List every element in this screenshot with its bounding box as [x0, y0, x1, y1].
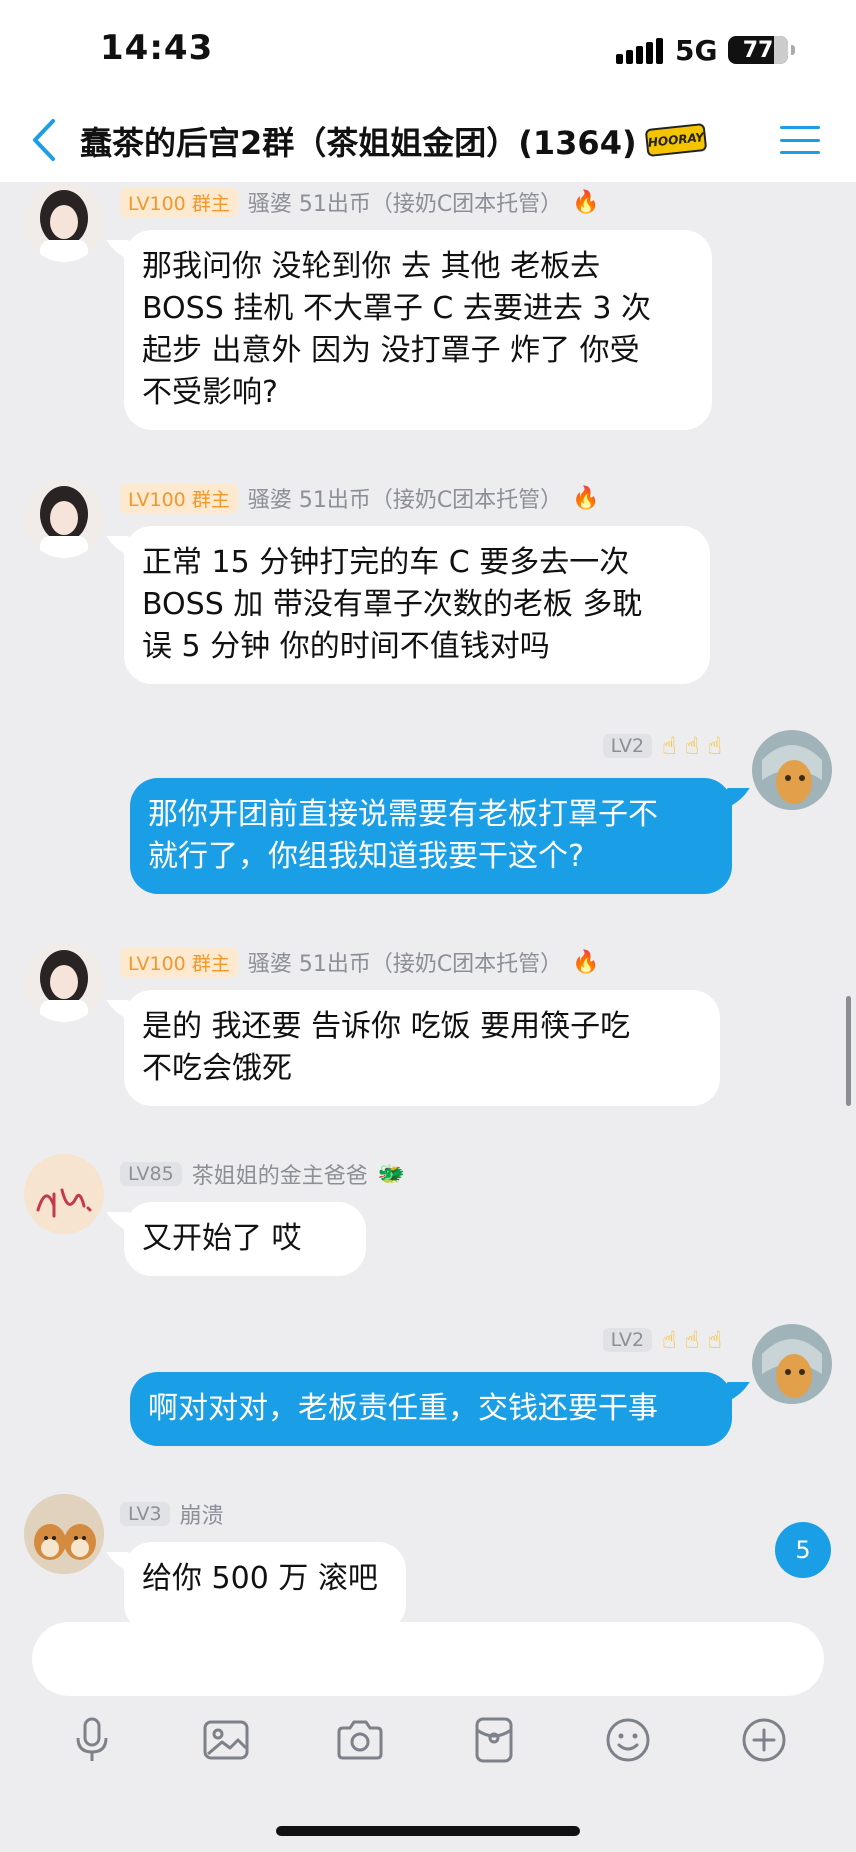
- message-input[interactable]: [32, 1622, 824, 1696]
- message-line: 又开始了 哎: [142, 1221, 302, 1256]
- dragon-icon: 🐲: [377, 1161, 406, 1187]
- sender-meta: LV100 群主 骚婆 51出币（接奶C团本托管） 🔥: [120, 186, 600, 218]
- message-bubble[interactable]: 又开始了 哎: [124, 1202, 366, 1276]
- message-line: 那我问你 没轮到你 去 其他 老板去: [142, 249, 601, 284]
- sender-meta: LV3 崩溃: [120, 1498, 224, 1530]
- sender-meta: LV100 群主 骚婆 51出币（接奶C团本托管） 🔥: [120, 946, 600, 978]
- level-badge: LV100 群主: [120, 483, 238, 513]
- red-packet-button[interactable]: [464, 1710, 524, 1770]
- avatar[interactable]: [752, 1324, 832, 1404]
- signal-icon: [616, 36, 663, 64]
- message-line: 误 5 分钟 你的时间不值钱对吗: [142, 629, 550, 664]
- more-button[interactable]: [734, 1710, 794, 1770]
- hooray-badge: HOORAY: [644, 122, 708, 158]
- pointing-hands-icon: ☝☝☝: [662, 1326, 730, 1354]
- microphone-icon: [76, 1717, 108, 1761]
- back-button[interactable]: [24, 114, 64, 166]
- message-line: 不吃会饿死: [142, 1051, 292, 1086]
- level-badge: LV100 群主: [120, 947, 238, 977]
- camera-button[interactable]: [330, 1710, 390, 1770]
- unread-count-badge[interactable]: 5: [775, 1522, 831, 1578]
- flame-icon: 🔥: [572, 949, 600, 975]
- emoji-button[interactable]: [598, 1710, 658, 1770]
- emoji-icon: [606, 1718, 650, 1762]
- flame-icon: 🔥: [572, 189, 600, 215]
- avatar-girl-image: [24, 942, 104, 1022]
- sender-name: 崩溃: [179, 1504, 224, 1529]
- message-line: BOSS 加 带没有罩子次数的老板 多耽: [142, 587, 643, 622]
- message-bubble[interactable]: 那我问你 没轮到你 去 其他 老板去 BOSS 挂机 不大罩子 C 去要进去 3…: [124, 230, 712, 430]
- flame-icon: 🔥: [572, 485, 600, 511]
- level-badge: LV100 群主: [120, 187, 238, 217]
- message-line: 不受影响?: [142, 375, 278, 410]
- level-badge: LV2: [602, 1328, 653, 1352]
- sender-meta: LV2 ☝☝☝: [520, 732, 730, 760]
- battery-level: 77: [742, 37, 774, 63]
- chat-title[interactable]: 蠢茶的后宫2群（茶姐姐金团）(1364): [80, 118, 637, 164]
- message-line: 那你开团前直接说需要有老板打罩子不: [148, 797, 658, 832]
- message-line: 正常 15 分钟打完的车 C 要多去一次: [142, 545, 630, 580]
- sender-meta: LV85 茶姐姐的金主爸爸 🐲: [120, 1158, 405, 1190]
- voice-button[interactable]: [62, 1710, 122, 1770]
- level-badge: LV85: [120, 1162, 182, 1186]
- level-badge: LV3: [120, 1502, 170, 1526]
- message-list[interactable]: LV100 群主 骚婆 51出币（接奶C团本托管） 🔥 那我问你 没轮到你 去 …: [0, 182, 856, 1622]
- chevron-left-icon: [33, 119, 55, 161]
- level-badge: LV2: [602, 734, 653, 758]
- network-type: 5G: [675, 34, 718, 67]
- camera-icon: [337, 1720, 383, 1760]
- chat-header: 蠢茶的后宫2群（茶姐姐金团）(1364) HOORAY: [0, 100, 856, 182]
- message-line: 是的 我还要 告诉你 吃饭 要用筷子吃: [142, 1009, 631, 1044]
- sender-name: 骚婆 51出币（接奶C团本托管）: [247, 192, 563, 217]
- message-bubble[interactable]: 是的 我还要 告诉你 吃饭 要用筷子吃 不吃会饿死: [124, 990, 720, 1106]
- sender-name: 骚婆 51出币（接奶C团本托管）: [247, 488, 563, 513]
- menu-icon-line: [780, 126, 820, 129]
- status-time: 14:43: [100, 28, 214, 68]
- message-bubble[interactable]: 给你 500 万 滚吧: [124, 1542, 406, 1622]
- sender-name: 骚婆 51出币（接奶C团本托管）: [247, 952, 563, 977]
- menu-icon-line: [780, 151, 820, 154]
- avatar-girl-image: [24, 182, 104, 262]
- menu-icon-line: [780, 138, 820, 142]
- message-bubble[interactable]: 正常 15 分钟打完的车 C 要多去一次 BOSS 加 带没有罩子次数的老板 多…: [124, 526, 710, 684]
- sender-meta: LV100 群主 骚婆 51出币（接奶C团本托管） 🔥: [120, 482, 600, 514]
- home-indicator[interactable]: [276, 1826, 580, 1836]
- red-packet-icon: [475, 1717, 513, 1763]
- menu-button[interactable]: [780, 122, 820, 158]
- status-bar: 14:43 5G 77: [0, 0, 856, 100]
- avatar-signature-image: [24, 1154, 104, 1234]
- avatar[interactable]: [24, 1154, 104, 1234]
- message-bubble[interactable]: 那你开团前直接说需要有老板打罩子不 就行了，你组我知道我要干这个?: [130, 778, 732, 894]
- message-line: 起步 出意外 因为 没打罩子 炸了 你受: [142, 333, 640, 368]
- avatar-anime-image: [752, 1324, 832, 1404]
- sender-name: 茶姐姐的金主爸爸: [191, 1164, 368, 1189]
- avatar[interactable]: [24, 478, 104, 558]
- message-line: 啊对对对，老板责任重，交钱还要干事: [148, 1391, 658, 1426]
- scrollbar[interactable]: [846, 996, 851, 1106]
- input-toolbar: [0, 1710, 856, 1770]
- message-line: 给你 500 万 滚吧: [142, 1561, 378, 1596]
- pointing-hands-icon: ☝☝☝: [662, 732, 730, 760]
- plus-icon: [742, 1718, 786, 1762]
- avatar[interactable]: [24, 1494, 104, 1574]
- avatar-shiba-image: [24, 1494, 104, 1574]
- avatar[interactable]: [24, 942, 104, 1022]
- sender-meta: LV2 ☝☝☝: [520, 1326, 730, 1354]
- avatar-anime-image: [752, 730, 832, 810]
- image-button[interactable]: [196, 1710, 256, 1770]
- message-line: BOSS 挂机 不大罩子 C 去要进去 3 次: [142, 291, 652, 326]
- avatar[interactable]: [24, 182, 104, 262]
- avatar[interactable]: [752, 730, 832, 810]
- avatar-girl-image: [24, 478, 104, 558]
- battery-icon: 77: [728, 36, 795, 64]
- message-bubble[interactable]: 啊对对对，老板责任重，交钱还要干事: [130, 1372, 732, 1446]
- message-line: 就行了，你组我知道我要干这个?: [148, 839, 584, 874]
- image-icon: [203, 1720, 249, 1760]
